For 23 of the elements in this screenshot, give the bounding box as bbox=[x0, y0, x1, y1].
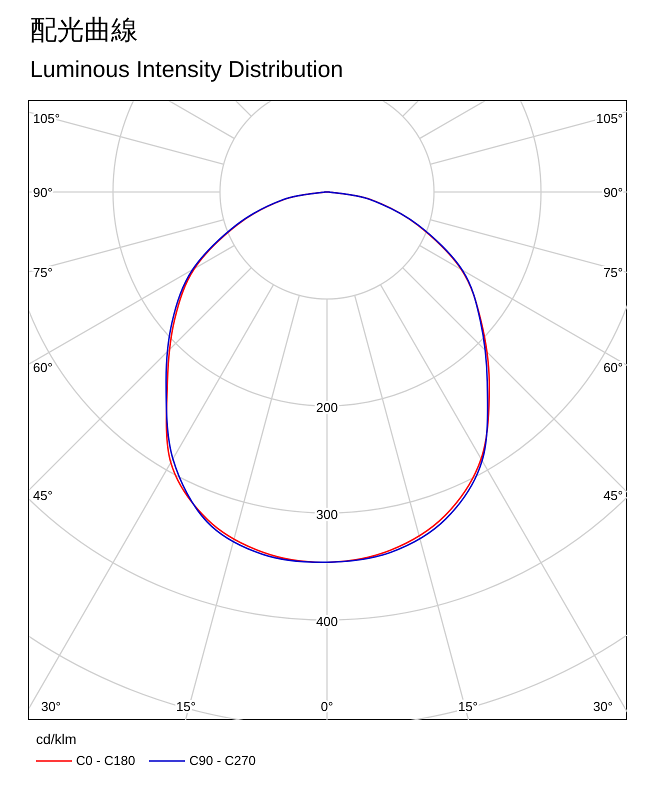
angle-label: 105° bbox=[33, 111, 60, 126]
angle-label: 45° bbox=[33, 488, 53, 503]
angle-label: 90° bbox=[603, 185, 623, 200]
angle-label: 75° bbox=[33, 265, 53, 280]
angle-label: 75° bbox=[603, 265, 623, 280]
angle-label: 15° bbox=[176, 699, 196, 714]
angle-label: 60° bbox=[603, 360, 623, 375]
angle-label: 105° bbox=[596, 111, 623, 126]
angle-label: 30° bbox=[41, 699, 61, 714]
angle-label: 0° bbox=[320, 699, 334, 714]
unit-label: cd/klm bbox=[36, 730, 76, 748]
angle-label: 30° bbox=[593, 699, 613, 714]
angle-label: 90° bbox=[33, 185, 53, 200]
legend-label: C90 - C270 bbox=[189, 753, 256, 769]
ring-label: 400 bbox=[316, 614, 338, 629]
chart-subtitle: Luminous Intensity Distribution bbox=[30, 55, 344, 84]
angle-label: 45° bbox=[603, 488, 623, 503]
ring-label: 200 bbox=[316, 400, 338, 415]
page-title: 配光曲線 bbox=[30, 14, 138, 48]
angle-label: 60° bbox=[33, 360, 53, 375]
ring-label: 300 bbox=[316, 507, 338, 522]
legend-label: C0 - C180 bbox=[76, 753, 136, 769]
angle-label: 15° bbox=[458, 699, 478, 714]
